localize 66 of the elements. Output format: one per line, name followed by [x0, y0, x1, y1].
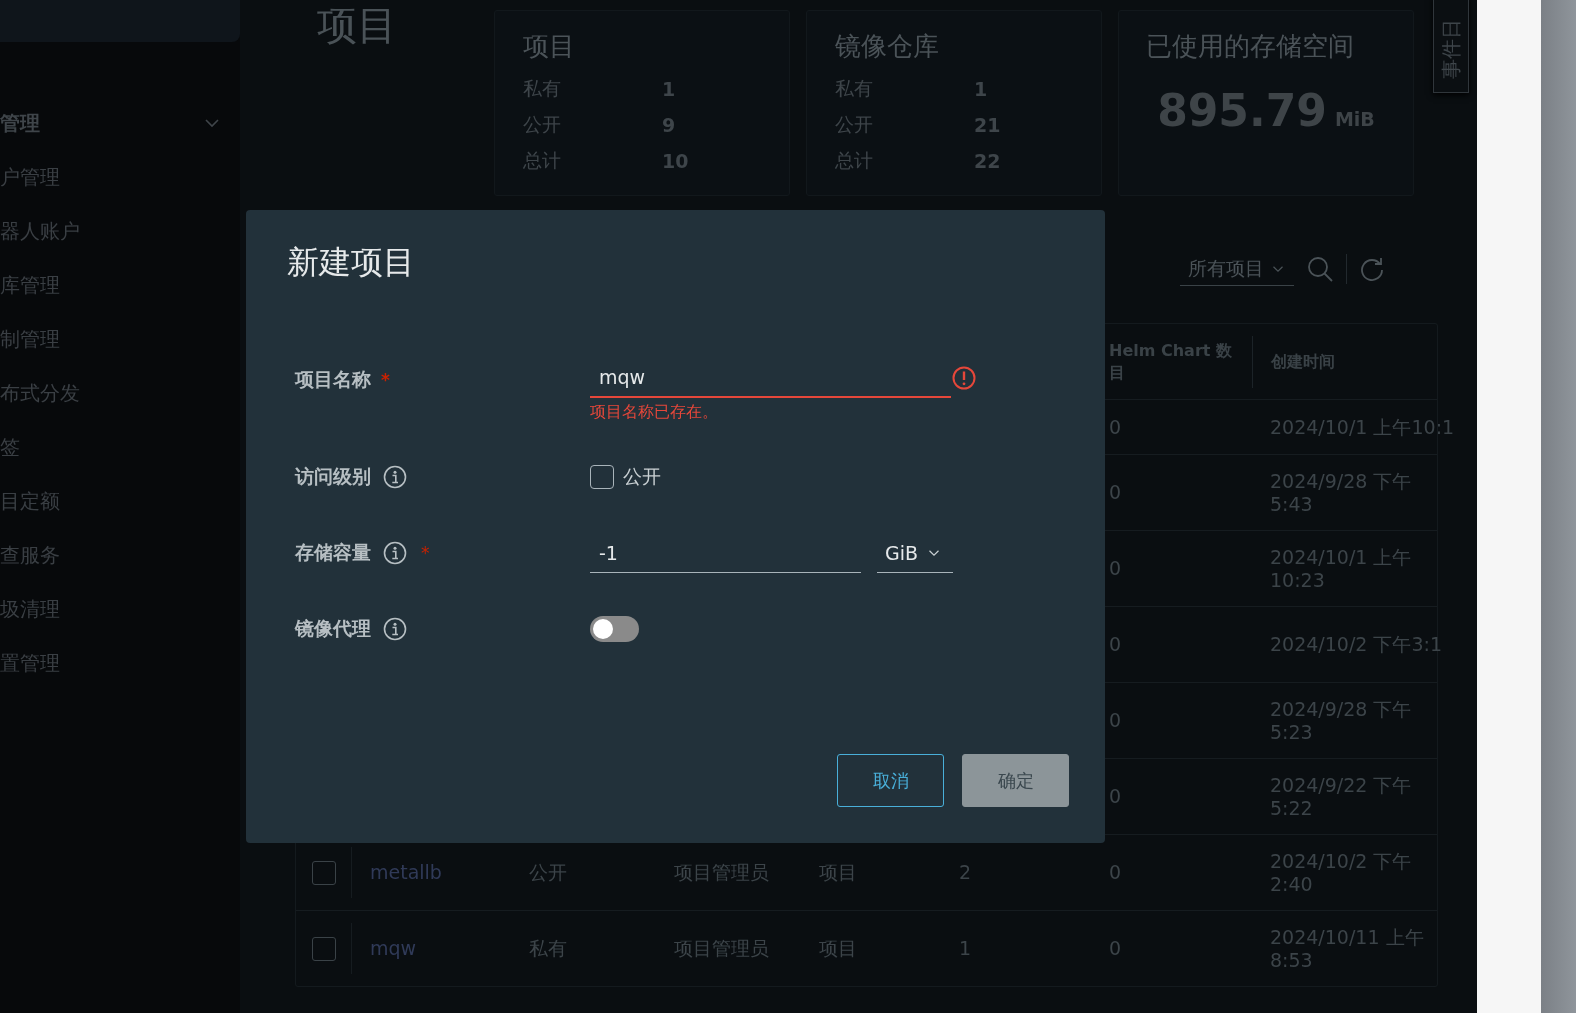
sidebar-group[interactable]: 管理 — [0, 96, 240, 150]
table-cell-text: 0 — [1108, 861, 1123, 884]
refresh-icon[interactable] — [1359, 256, 1385, 282]
table-cell-text: 项目管理员 — [673, 937, 770, 960]
input-field[interactable]: mqw — [590, 358, 951, 398]
checkbox-label[interactable]: 公开 — [623, 464, 661, 490]
error-icon — [952, 366, 976, 390]
table-cell-text: 2024/10/1 上午10:1 — [1269, 415, 1455, 439]
sidebar-item[interactable]: 器人账户 — [0, 204, 240, 258]
info-icon[interactable] — [383, 541, 407, 565]
table-cell-text: 私有 — [528, 937, 568, 960]
table-cell-text: 项目管理员 — [673, 861, 770, 884]
table-cell-text: 2024/9/28 下午5:23 — [1269, 697, 1413, 744]
sidebar-item[interactable]: 目定额 — [0, 474, 240, 528]
info-icon[interactable] — [383, 617, 407, 641]
table-cell-text: 0 — [1108, 557, 1123, 580]
field-label: 镜像代理 — [295, 616, 371, 641]
unit-dropdown[interactable]: GiB — [877, 533, 953, 573]
table-cell-text: 0 — [1108, 937, 1123, 960]
event-log-tab[interactable]: 事件日 — [1433, 0, 1469, 93]
sidebar-item[interactable]: 签 — [0, 420, 240, 474]
sidebar-item[interactable]: 查服务 — [0, 528, 240, 582]
table-cell-text: 0 — [1108, 785, 1123, 808]
sidebar-item[interactable]: 库管理 — [0, 258, 240, 312]
field-label: 存储容量 — [295, 540, 371, 565]
sidebar-item[interactable]: 置管理 — [0, 636, 240, 690]
cancel-button[interactable]: 取消 — [837, 754, 944, 807]
table-cell-text: 2 — [958, 861, 973, 884]
table-cell-text: 2024/10/2 下午3:1 — [1269, 633, 1443, 656]
card-title: 已使用的存储空间 — [1146, 30, 1355, 63]
sidebar-item[interactable]: 户管理 — [0, 150, 240, 204]
filter-dropdown[interactable]: 所有项目 — [1180, 252, 1294, 286]
table-cell-text: 0 — [1108, 415, 1122, 439]
input-field[interactable]: -1 — [590, 533, 861, 573]
sidebar-item[interactable]: 布式分发 — [0, 366, 240, 420]
row-checkbox[interactable] — [311, 936, 336, 961]
sidebar-item[interactable]: 圾清理 — [0, 582, 240, 636]
toggle-switch[interactable] — [590, 616, 639, 642]
table-cell-text: 0 — [1108, 633, 1122, 656]
table-cell-text: 1 — [958, 937, 973, 960]
project-link[interactable]: mqw — [351, 923, 511, 974]
required-mark: * — [421, 543, 430, 563]
table-cell-text: 2024/10/2 下午2:40 — [1269, 849, 1413, 896]
card-title: 项目 — [523, 30, 576, 63]
card-title: 镜像仓库 — [835, 30, 940, 63]
project-link[interactable]: metallb — [351, 847, 511, 898]
error-message: 项目名称已存在。 — [590, 402, 718, 423]
table-cell-text: 2024/9/28 下午5:43 — [1269, 469, 1413, 516]
table-cell-text: 2024/9/22 下午5:22 — [1269, 773, 1413, 820]
dialog-title: 新建项目 — [287, 242, 416, 283]
page-title: 项目 — [317, 10, 398, 50]
table-cell-text: 0 — [1108, 481, 1123, 504]
row-checkbox[interactable] — [311, 860, 336, 885]
search-icon[interactable] — [1306, 255, 1334, 283]
field-label: 项目名称 — [295, 367, 371, 392]
table-cell-text: 项目 — [818, 861, 858, 884]
table-cell-text: 项目 — [818, 937, 858, 960]
table-cell-text: 2024/10/11 上午8:53 — [1269, 925, 1425, 972]
checkbox[interactable] — [590, 465, 614, 489]
sidebar-item[interactable]: 制管理 — [0, 312, 240, 366]
field-label: 访问级别 — [295, 464, 371, 489]
table-cell-text: 2024/10/1 上午10:23 — [1269, 545, 1413, 592]
info-icon[interactable] — [383, 465, 407, 489]
table-cell-text: 公开 — [528, 861, 568, 884]
required-mark: * — [381, 370, 390, 390]
table-cell-text: 0 — [1108, 709, 1123, 732]
